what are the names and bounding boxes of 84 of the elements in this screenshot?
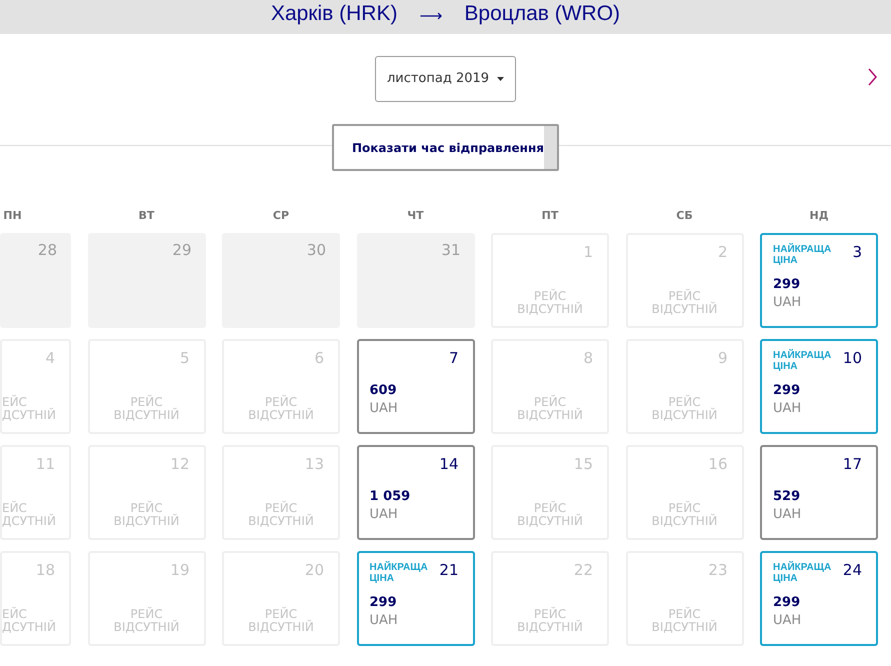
day-number: 11 — [36, 457, 55, 472]
no-flight-note: РЕЙС ВІДСУТНІЙ — [650, 502, 718, 528]
no-flight-note: РЕЙС ВІДСУТНІЙ — [516, 608, 584, 634]
no-flight-note: РЕЙС ВІДСУТНІЙ — [247, 396, 315, 422]
day-number: 21 — [439, 563, 458, 578]
day-number: 7 — [448, 351, 458, 366]
no-flight-note: РЕЙС ВІДСУТНІЙ — [650, 608, 718, 634]
no-flight-note: РЕЙС ВІДСУТНІЙ — [112, 396, 180, 422]
fare-currency: UAH — [773, 296, 802, 309]
no-flight-note: РЕЙС ВІДСУТНІЙ — [650, 290, 718, 316]
no-flight-note: РЕЙС ВІДСУТНІЙ — [247, 608, 315, 634]
weekday-label: СР — [272, 208, 290, 224]
weekday-label: ЧТ — [407, 208, 424, 224]
day-number: 1 — [583, 245, 593, 260]
day-number: 29 — [172, 243, 192, 258]
day-number: 17 — [842, 457, 862, 472]
fare-price: 299 — [773, 596, 800, 609]
fare-price: 299 — [370, 596, 397, 609]
day-number: 9 — [718, 351, 728, 366]
day-number: 2 — [718, 245, 728, 260]
day-number: 28 — [38, 243, 57, 258]
fare-price: 299 — [773, 278, 800, 291]
no-flight-note: РЕЙС ВІДСУТНІЙ — [112, 502, 180, 528]
fare-currency: UAH — [773, 402, 802, 415]
day-number: 14 — [439, 457, 458, 472]
fare-currency: UAH — [773, 614, 802, 627]
fare-price: 609 — [370, 384, 397, 397]
month-select[interactable]: листопад 2019 — [375, 56, 516, 102]
fare-day-cell[interactable]: НАЙКРАЩА ЦІНА 24 299 UAH — [760, 551, 878, 646]
fare-currency: UAH — [370, 508, 398, 521]
no-flight-note: РЕЙС ВІДСУТНІЙ — [247, 502, 315, 528]
fare-currency: UAH — [370, 402, 398, 415]
origin-city: Харків (HRK) — [270, 3, 398, 24]
no-flight-note: РЕЙС ВІДСУТНІЙ — [516, 502, 584, 528]
fare-day-cell[interactable]: 17 529 UAH — [760, 445, 878, 540]
no-flight-note: РЕЙС ВІДСУТНІЙ — [516, 290, 584, 316]
day-number: 8 — [583, 351, 593, 366]
weekday-label: СБ — [676, 208, 693, 224]
fare-day-cell[interactable]: 14 1 059 UAH — [356, 445, 474, 540]
day-number: 22 — [574, 563, 593, 578]
destination-city: Вроцлав (WRO) — [464, 3, 620, 24]
fare-price: 299 — [773, 384, 800, 397]
day-number: 30 — [306, 243, 326, 258]
fare-day-cell[interactable]: НАЙКРАЩА ЦІНА 10 299 UAH — [760, 339, 878, 434]
weekday-label: ПН — [3, 208, 22, 224]
fare-currency: UAH — [773, 508, 802, 521]
day-number: 19 — [170, 563, 190, 578]
no-flight-note: РЕЙС ВІДСУТНІЙ — [650, 396, 718, 422]
day-number: 6 — [314, 351, 324, 366]
day-number: 31 — [441, 243, 460, 258]
day-number: 23 — [708, 563, 728, 578]
fare-day-cell[interactable]: НАЙКРАЩА ЦІНА 3 299 UAH — [760, 233, 878, 328]
weekday-label: ПТ — [542, 208, 558, 224]
day-number: 5 — [180, 351, 190, 366]
fare-day-cell[interactable]: НАЙКРАЩА ЦІНА 21 299 UAH — [356, 551, 474, 646]
dropdown-caret-icon — [497, 77, 504, 81]
day-number: 18 — [36, 563, 55, 578]
next-month-chevron-icon[interactable] — [868, 68, 877, 86]
best-price-label: НАЙКРАЩА ЦІНА — [773, 350, 832, 372]
weekday-label: ВТ — [138, 208, 154, 224]
fare-day-cell[interactable]: 7 609 UAH — [356, 339, 474, 434]
route-arrow: ⟶ — [419, 8, 442, 24]
weekday-label: НД — [809, 208, 828, 224]
fare-price: 1 059 — [370, 490, 410, 503]
day-number: 24 — [842, 563, 862, 578]
day-number: 10 — [842, 351, 862, 366]
best-price-label: НАЙКРАЩА ЦІНА — [773, 244, 832, 266]
best-price-label: НАЙКРАЩА ЦІНА — [370, 562, 429, 584]
day-number: 12 — [170, 457, 190, 472]
show-departure-times-button[interactable]: Показати час відправлення — [332, 124, 559, 171]
day-number: 13 — [304, 457, 324, 472]
day-number: 15 — [574, 457, 593, 472]
no-flight-note: РЕЙС ВІДСУТНІЙ — [112, 608, 180, 634]
no-flight-note: РЕЙС ВІДСУТНІЙ — [516, 396, 584, 422]
fare-currency: UAH — [370, 614, 398, 627]
no-flight-note: ЕЙС ДСУТНІЙ — [2, 502, 57, 528]
fare-price: 529 — [773, 490, 800, 503]
no-flight-note: ЕЙС ДСУТНІЙ — [2, 608, 57, 634]
day-number: 20 — [304, 563, 324, 578]
day-number: 16 — [708, 457, 728, 472]
day-number: 3 — [852, 245, 862, 260]
best-price-label: НАЙКРАЩА ЦІНА — [773, 562, 832, 584]
day-number: 4 — [45, 351, 55, 366]
no-flight-note: ЕЙС ДСУТНІЙ — [2, 396, 57, 422]
